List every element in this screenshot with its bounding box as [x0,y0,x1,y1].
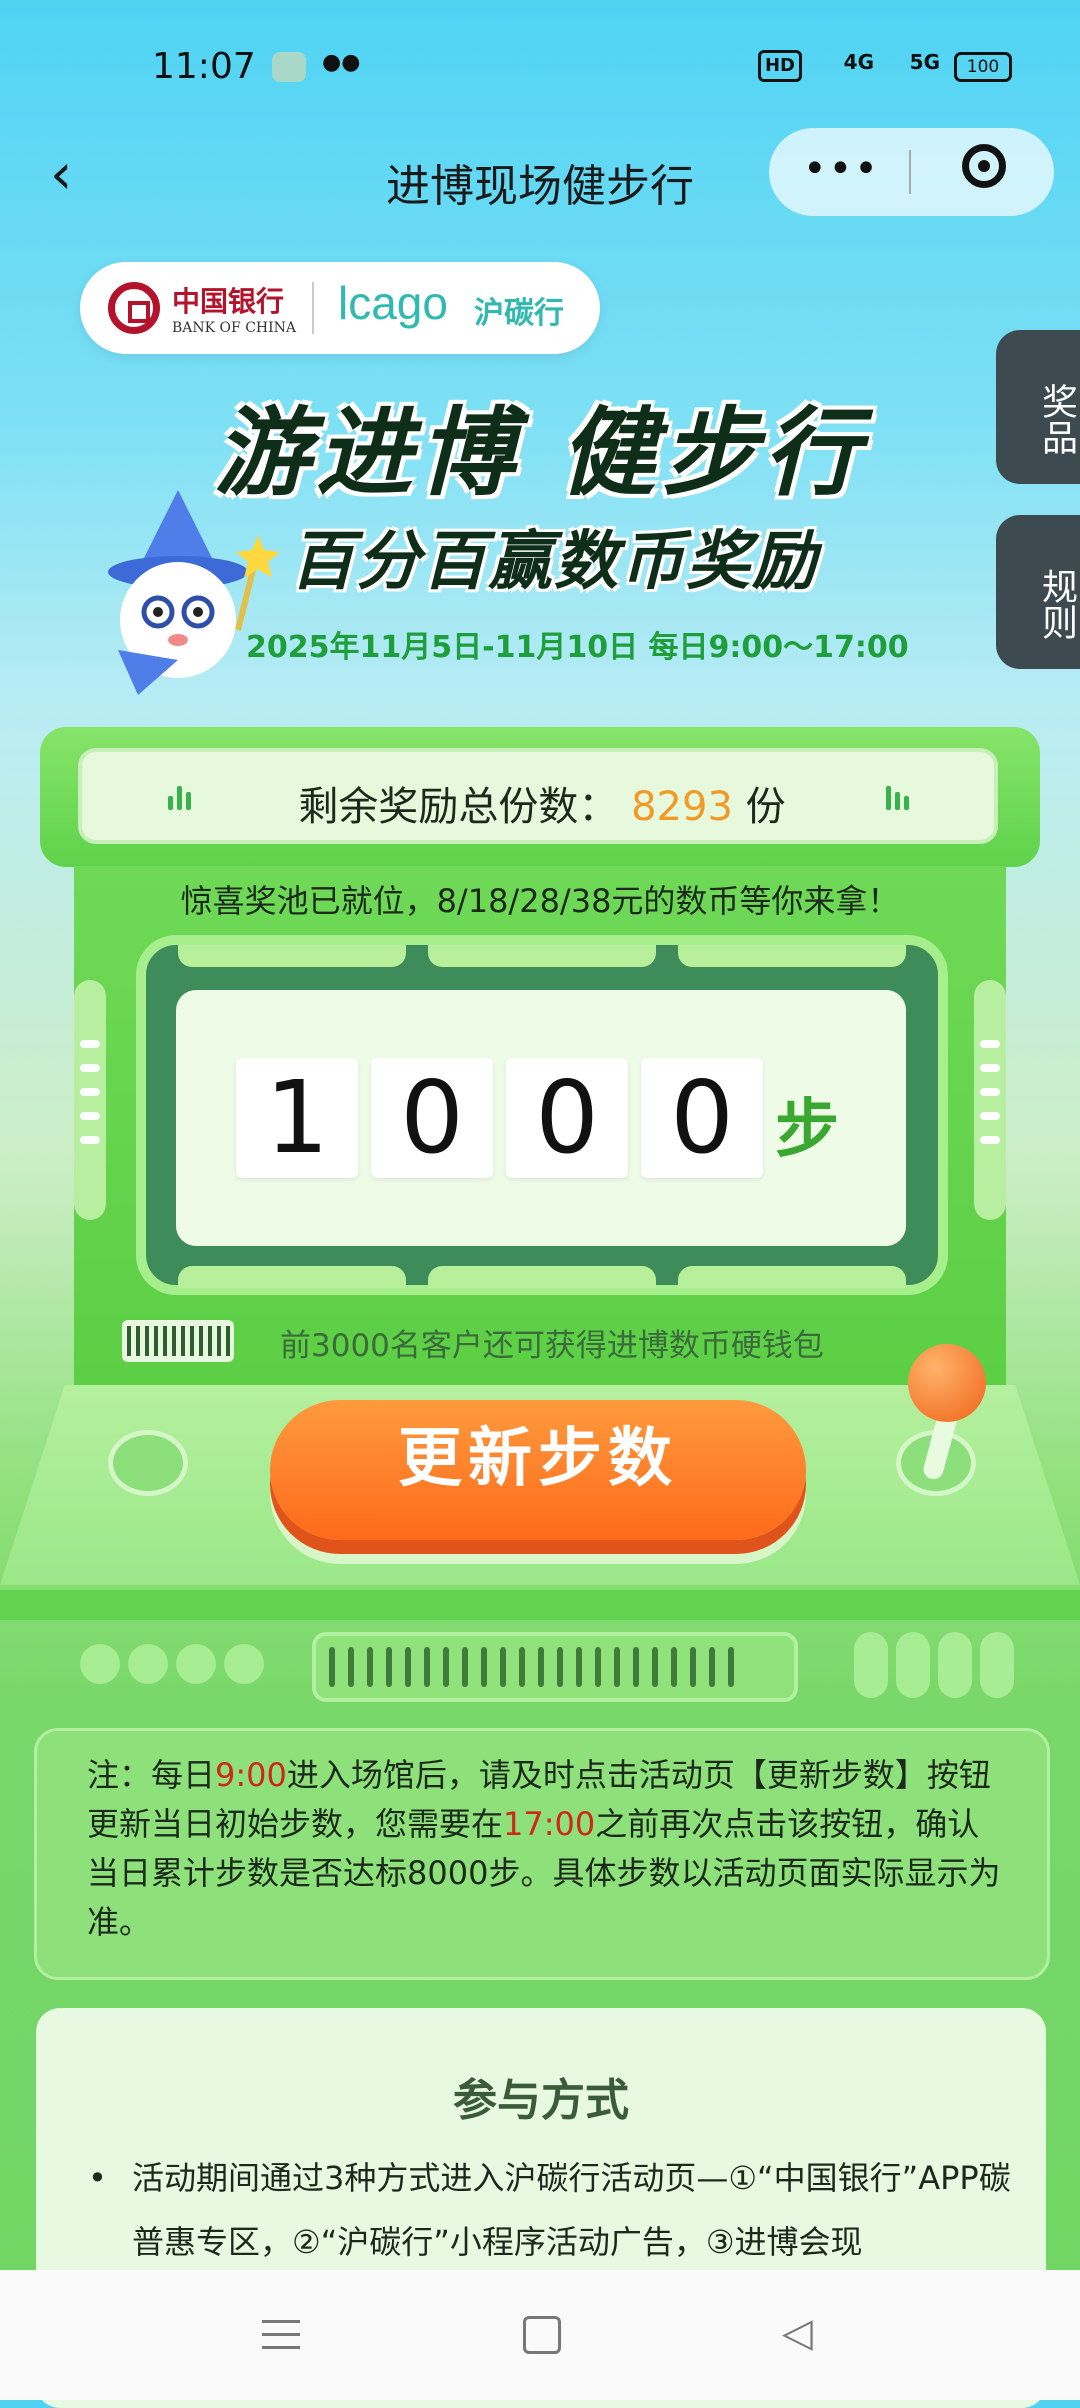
capsule-divider [909,150,911,194]
decor-dot [224,1644,264,1684]
slot-tab [178,1266,406,1288]
right-vent [974,980,1006,1220]
hd-icon: HD [757,50,802,82]
bullet: • [88,2159,107,2197]
prize-pool-text: 惊喜奖池已就位，8/18/28/38元的数币等你来拿！ [180,882,900,920]
boc-logo-icon [108,282,160,334]
decor-pill [854,1632,888,1698]
boc-name-en: BANK OF CHINA [172,320,297,336]
wallet-bonus-text: 前3000名客户还可获得进博数币硬钱包 [280,1328,824,1364]
logo-divider [312,282,314,334]
step-digit: 1 [236,1058,358,1178]
wizard-mascot-icon [108,490,280,695]
slot-tab [178,945,406,967]
signal-5g-icon: 5G [909,50,940,74]
left-round-button [108,1430,188,1496]
status-bar: 11:07 ●● HD 4G 5G 100 [0,0,1080,120]
decor-pill [896,1632,930,1698]
speaker-grille [312,1632,798,1702]
counter-right-ticks [886,786,916,810]
more-icon[interactable]: ••• [803,146,880,192]
home-icon[interactable] [523,2316,561,2354]
icago-logo: lcago [338,277,448,329]
participation-title: 参与方式 [453,2075,629,2126]
close-miniprogram-icon[interactable] [962,144,1006,188]
miniprogram-capsule: ••• [769,128,1054,216]
coin-slot-icon [122,1320,234,1362]
note-part: 注：每日 [87,1756,216,1794]
step-unit: 步 [775,1093,839,1167]
system-nav-bar: ◁ [0,2270,1080,2400]
step-digit: 0 [506,1058,628,1178]
remaining-counter: 剩余奖励总份数： 8293 份 [78,748,998,844]
decor-dot [80,1644,120,1684]
counter-text: 剩余奖励总份数： 8293 份 [82,774,1002,832]
signal-4g-icon: 4G [843,50,874,74]
slot-tab [678,945,906,967]
note-time-end: 17:00 [503,1805,596,1843]
partner-logos: 中国银行 BANK OF CHINA lcago 沪碳行 [80,262,600,354]
step-digit: 0 [641,1058,763,1178]
joystick-icon [908,1344,986,1422]
step-digit: 0 [371,1058,493,1178]
slot-tab [678,1266,906,1288]
activity-date: 2025年11月5日-11月10日 每日9:00～17:00 [246,630,909,665]
update-steps-button[interactable]: 更新步数 [270,1400,806,1540]
nav-back-icon[interactable]: ◁ [782,2310,813,2356]
decor-pill [980,1632,1014,1698]
banner-subheadline: 百分百赢数币奖励 [290,525,818,599]
title-bar: ‹ 进博现场健步行 ••• [0,120,1080,230]
status-time: 11:07 [152,46,256,87]
participation-text: 活动期间通过3种方式进入沪碳行活动页—①“中国银行”APP碳普惠专区，②“沪碳行… [132,2159,1011,2261]
rules-tab[interactable]: 规则 [996,515,1080,669]
battery-icon: 100 [954,52,1012,82]
step-update-note: 注：每日9:00进入场馆后，请及时点击活动页【更新步数】按钮更新当日初始步数，您… [34,1728,1050,1980]
participation-item: • 活动期间通过3种方式进入沪碳行活动页—①“中国银行”APP碳普惠专区，②“沪… [88,2146,1018,2274]
machine-lower-band [0,1590,1080,1620]
recent-apps-icon[interactable] [262,2320,300,2359]
counter-value: 8293 [631,784,733,830]
counter-label: 剩余奖励总份数： [298,784,619,830]
slot-tab [428,1266,656,1288]
hutanxing-logo: 沪碳行 [474,296,564,331]
note-text: 注：每日9:00进入场馆后，请及时点击活动页【更新步数】按钮更新当日初始步数，您… [87,1751,1007,1947]
decor-pill [938,1632,972,1698]
note-time-start: 9:00 [215,1756,287,1794]
app-notification-icon [272,52,306,82]
left-vent [74,980,106,1220]
decor-dot [176,1644,216,1684]
counter-unit: 份 [745,784,786,830]
wechat-icon: ●● [322,50,361,75]
decor-dot [128,1644,168,1684]
slot-tab [428,945,656,967]
boc-name-cn: 中国银行 [172,285,285,318]
